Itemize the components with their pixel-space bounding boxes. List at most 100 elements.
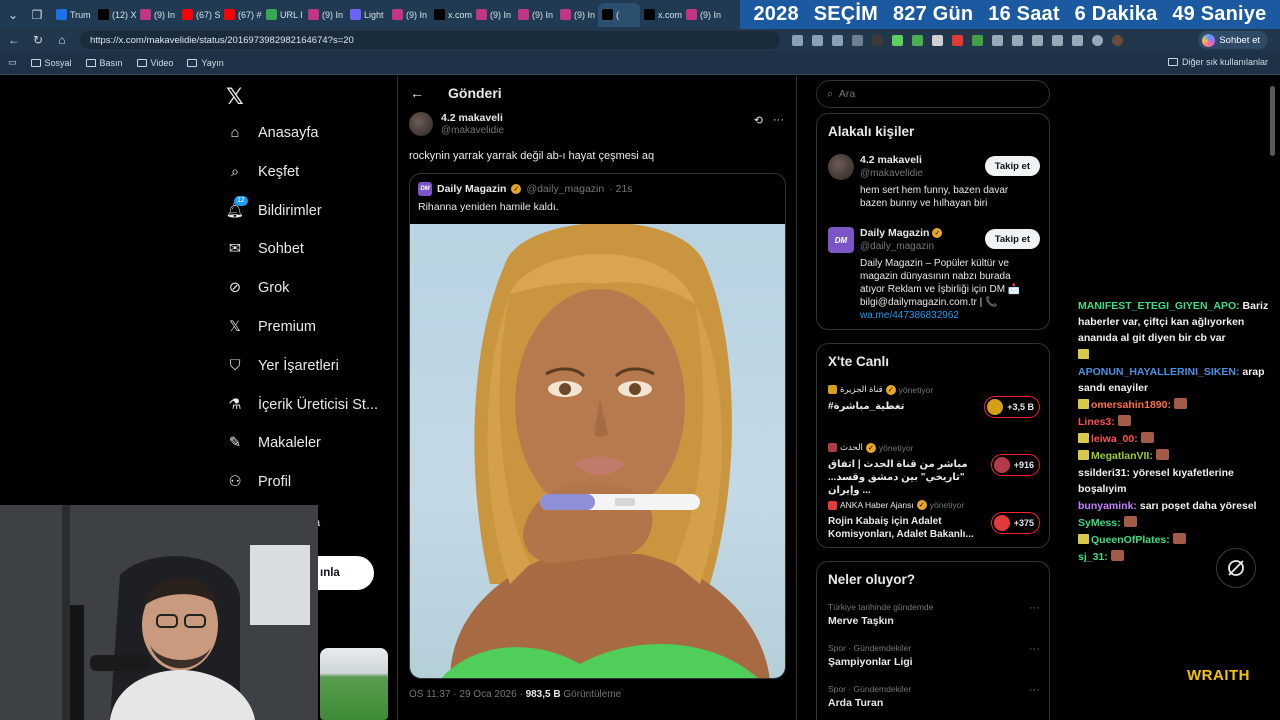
browser-tab[interactable]: (67) S: [178, 3, 220, 27]
bookmark-folder-basin[interactable]: Basın: [85, 58, 123, 68]
browser-tab[interactable]: (12) X: [94, 3, 136, 27]
extension-icon[interactable]: [952, 34, 963, 46]
follow-button[interactable]: Takip et: [984, 229, 1040, 249]
browser-tab[interactable]: x.com: [640, 3, 682, 27]
extension-icon[interactable]: [992, 34, 1003, 46]
related-person[interactable]: DM Daily Magazin ✓ @daily_magazin Daily M…: [828, 227, 1040, 322]
browser-tab[interactable]: (9) In: [472, 3, 514, 27]
browser-tab[interactable]: URL I: [262, 3, 304, 27]
copilot-chat-button[interactable]: Sohbet et: [1198, 31, 1268, 49]
instagram-icon: [686, 9, 697, 20]
tab-label: (9) In: [322, 9, 344, 20]
browser-tab[interactable]: Trum: [52, 3, 94, 27]
browser-tab[interactable]: Light: [346, 3, 388, 27]
person-name[interactable]: 4.2 makaveli: [860, 154, 922, 166]
post-timestamp[interactable]: ÖS 11:37 · 29 Oca 2026 ·: [409, 689, 523, 700]
sidebar-item-i-çerik-üreticisi-st[interactable]: ⚗ İçerik Üreticisi St...: [226, 396, 379, 414]
sidebar-item-grok[interactable]: ⊘ Grok: [226, 279, 290, 297]
browser-tab[interactable]: (9) In: [388, 3, 430, 27]
extension-icon[interactable]: [792, 34, 803, 46]
author-name[interactable]: 4.2 makaveli: [441, 112, 504, 124]
back-arrow-icon[interactable]: ←: [410, 85, 424, 101]
live-listener-pill[interactable]: +916: [990, 454, 1040, 476]
profile-avatar[interactable]: [1112, 34, 1123, 46]
more-options-icon[interactable]: ···: [1029, 643, 1040, 655]
trend-item[interactable]: Türkiye tarihinde gündemde Merve Taşkın ··…: [828, 602, 1040, 627]
quoted-post[interactable]: DM Daily Magazin ✓ @daily_magazin · 21s …: [409, 173, 786, 679]
favorites-icon[interactable]: [1032, 34, 1043, 46]
extension-icon[interactable]: [932, 34, 943, 46]
post-author[interactable]: 4.2 makaveli @makavelidie: [409, 112, 504, 136]
search-input[interactable]: ⌕ Ara: [816, 80, 1050, 108]
person-avatar[interactable]: [828, 154, 854, 180]
browser-tab[interactable]: (9) In: [682, 3, 724, 27]
sidebar-item-bildirimler[interactable]: 🔔︎ 12 Bildirimler: [226, 195, 322, 220]
browser-tab[interactable]: (9) In: [136, 3, 178, 27]
sidebar-item-yer-i-şaretleri[interactable]: ⛉ Yer İşaretleri: [226, 357, 339, 375]
person-name-row[interactable]: Daily Magazin ✓: [860, 227, 943, 239]
live-listener-pill[interactable]: +3,5 B: [984, 396, 1040, 418]
person-avatar[interactable]: DM: [828, 227, 854, 253]
live-space-item[interactable]: ANKA Haber Ajansı ✓ yönetiyor Rojin Kabaiş …: [828, 500, 1040, 541]
browser-tab[interactable]: x.com: [430, 3, 472, 27]
quote-author-name[interactable]: Daily Magazin: [437, 183, 506, 195]
sidebar-item-makaleler[interactable]: ✎ Makaleler: [226, 434, 321, 452]
browser-tab[interactable]: (9) In: [556, 3, 598, 27]
extension-icon[interactable]: [812, 34, 823, 46]
page-scrollbar[interactable]: [1270, 86, 1275, 156]
grok-icon[interactable]: ⟲: [754, 114, 763, 127]
sidebar-item-anasayfa[interactable]: ⌂ Anasayfa: [226, 124, 319, 142]
related-person[interactable]: 4.2 makaveli @makavelidie hem sert hem f…: [828, 154, 1040, 214]
live-space-item[interactable]: قناة الجزيرة ✓ yönetiyor #تغطية_مباشرة +3,5 …: [828, 384, 1040, 418]
reload-icon[interactable]: ↻: [28, 30, 48, 50]
url-input[interactable]: https://x.com/makavelidie/status/2016973…: [80, 31, 780, 49]
home-icon[interactable]: ⌂: [52, 30, 72, 50]
collections-icon[interactable]: [1072, 34, 1083, 46]
post-button[interactable]: ınla: [318, 556, 374, 590]
sidebar-item-sohbet[interactable]: ✉ Sohbet: [226, 240, 304, 258]
more-options-icon[interactable]: ···: [1029, 684, 1040, 696]
live-space-item[interactable]: الحدث ✓ yönetiyor مباشر من قناة الحدث | اتف…: [828, 442, 1040, 497]
extension-icon[interactable]: [852, 34, 863, 46]
chat-username: sj_31:: [1078, 551, 1108, 563]
bookmark-folder-yayin[interactable]: Yayın: [187, 58, 224, 68]
tab-menu-chevron-icon[interactable]: ⌄: [2, 4, 24, 26]
bookmark-folder-sosyal[interactable]: Sosyal: [30, 58, 72, 68]
sidebar-item-profil[interactable]: ⚇ Profil: [226, 473, 292, 491]
webcam-overlay: [0, 505, 318, 720]
grok-floating-button[interactable]: [1216, 548, 1256, 588]
extension-icon[interactable]: [872, 34, 883, 46]
sidebar-item-premium[interactable]: 𝕏 Premium: [226, 318, 316, 336]
trend-item[interactable]: Spor · Gündemdekiler Arda Turan ···: [828, 684, 1040, 709]
post-tools: ⟲ ···: [754, 114, 784, 127]
more-menu-icon[interactable]: [1092, 34, 1103, 46]
split-screen-icon[interactable]: [1012, 34, 1023, 46]
other-bookmarks-folder[interactable]: Diğer sık kullanılanlar: [1167, 57, 1268, 67]
tab-groups-icon[interactable]: ❐: [26, 4, 48, 26]
more-options-icon[interactable]: ···: [773, 114, 784, 127]
person-bio-link[interactable]: wa.me/447386832962: [860, 310, 959, 321]
sidebar-item-keşfet[interactable]: ⌕ Keşfet: [226, 163, 299, 181]
x-logo-icon[interactable]: 𝕏: [226, 84, 244, 110]
trend-item[interactable]: Spor · Gündemdekiler Şampiyonlar Ligi ···: [828, 643, 1040, 668]
bookmark-folder-video[interactable]: Video: [136, 58, 173, 68]
quote-photo[interactable]: [410, 224, 785, 678]
author-avatar[interactable]: [409, 112, 433, 136]
follow-button[interactable]: Takip et: [984, 156, 1040, 176]
author-handle[interactable]: @makavelidie: [441, 125, 504, 136]
bookmarks-manage-icon[interactable]: ▭: [8, 57, 17, 68]
back-arrow-icon[interactable]: ←: [4, 30, 24, 50]
extension-icon[interactable]: [892, 34, 903, 46]
browser-tab[interactable]: (67) #: [220, 3, 262, 27]
extension-icon[interactable]: [972, 34, 983, 46]
browser-tab[interactable]: (9) In: [514, 3, 556, 27]
browser-essentials-icon[interactable]: [1052, 34, 1063, 46]
more-options-icon[interactable]: ···: [1029, 602, 1040, 614]
favorite-star-icon[interactable]: [832, 34, 843, 46]
extension-icon[interactable]: [912, 34, 923, 46]
live-thumbnail: [987, 399, 1004, 415]
tab-label: (67) #: [238, 9, 262, 20]
live-listener-pill[interactable]: +375: [990, 512, 1040, 534]
browser-tab[interactable]: (: [598, 2, 640, 27]
browser-tab[interactable]: (9) In: [304, 3, 346, 27]
